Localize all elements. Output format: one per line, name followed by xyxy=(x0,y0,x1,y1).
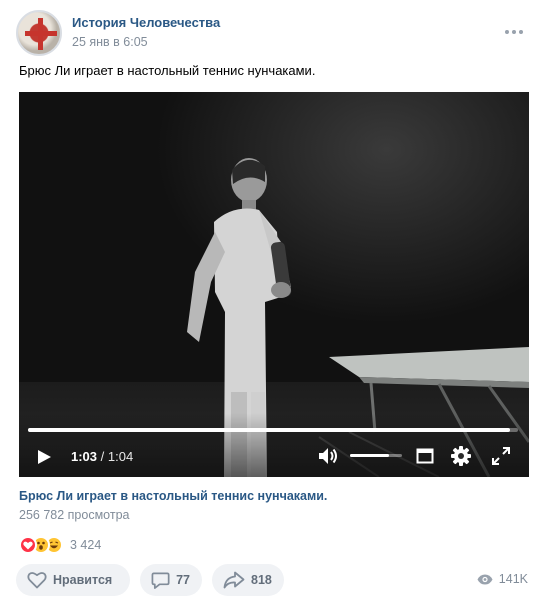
video-time: 1:03 / 1:04 xyxy=(71,449,133,464)
mini-player-icon[interactable] xyxy=(416,447,434,465)
heart-reaction-icon xyxy=(19,536,37,554)
comments-count: 77 xyxy=(176,573,190,587)
volume-slider[interactable] xyxy=(350,454,402,457)
reactions-summary[interactable]: 3 424 xyxy=(19,535,101,555)
fullscreen-icon[interactable] xyxy=(491,446,511,466)
video-player[interactable]: 1:03 / 1:04 xyxy=(19,92,529,477)
post-actions: Нравится 77 818 141K xyxy=(16,564,528,596)
total-time: / 1:04 xyxy=(100,449,134,464)
video-controls: 1:03 / 1:04 xyxy=(19,413,529,477)
post-card: История Человечества 25 янв в 6:05 Брюс … xyxy=(0,0,544,610)
video-title-link[interactable]: Брюс Ли играет в настольный теннис нунча… xyxy=(19,489,327,503)
views-count: 141K xyxy=(498,572,528,586)
comment-icon xyxy=(151,571,170,589)
avatar-cross-horizontal xyxy=(25,31,57,36)
more-dot-icon xyxy=(512,30,516,34)
more-options-button[interactable] xyxy=(504,24,524,40)
video-views: 256 782 просмотра xyxy=(19,508,130,522)
video-progress-bar[interactable] xyxy=(28,428,518,432)
more-dot-icon xyxy=(505,30,509,34)
post-views: 141K xyxy=(477,572,528,586)
comment-button[interactable]: 77 xyxy=(140,564,202,596)
more-dot-icon xyxy=(519,30,523,34)
current-time: 1:03 xyxy=(71,449,98,464)
volume-slider-fill xyxy=(350,454,389,457)
post-text: Брюс Ли играет в настольный теннис нунча… xyxy=(19,63,316,78)
play-icon[interactable] xyxy=(34,447,54,467)
shares-count: 818 xyxy=(251,573,272,587)
share-button[interactable]: 818 xyxy=(212,564,284,596)
avatar[interactable] xyxy=(16,10,62,56)
share-icon xyxy=(223,571,245,589)
eye-icon xyxy=(477,574,493,584)
reactions-count: 3 424 xyxy=(70,538,102,552)
post-header: История Человечества 25 янв в 6:05 xyxy=(16,10,528,56)
like-button[interactable]: Нравится xyxy=(16,564,130,596)
volume-icon[interactable] xyxy=(317,446,339,466)
like-label: Нравится xyxy=(53,573,113,587)
gear-icon[interactable] xyxy=(450,445,472,467)
heart-outline-icon xyxy=(27,572,47,589)
video-progress-fill xyxy=(28,428,511,432)
post-date[interactable]: 25 янв в 6:05 xyxy=(72,35,148,49)
author-name[interactable]: История Человечества xyxy=(72,15,220,30)
